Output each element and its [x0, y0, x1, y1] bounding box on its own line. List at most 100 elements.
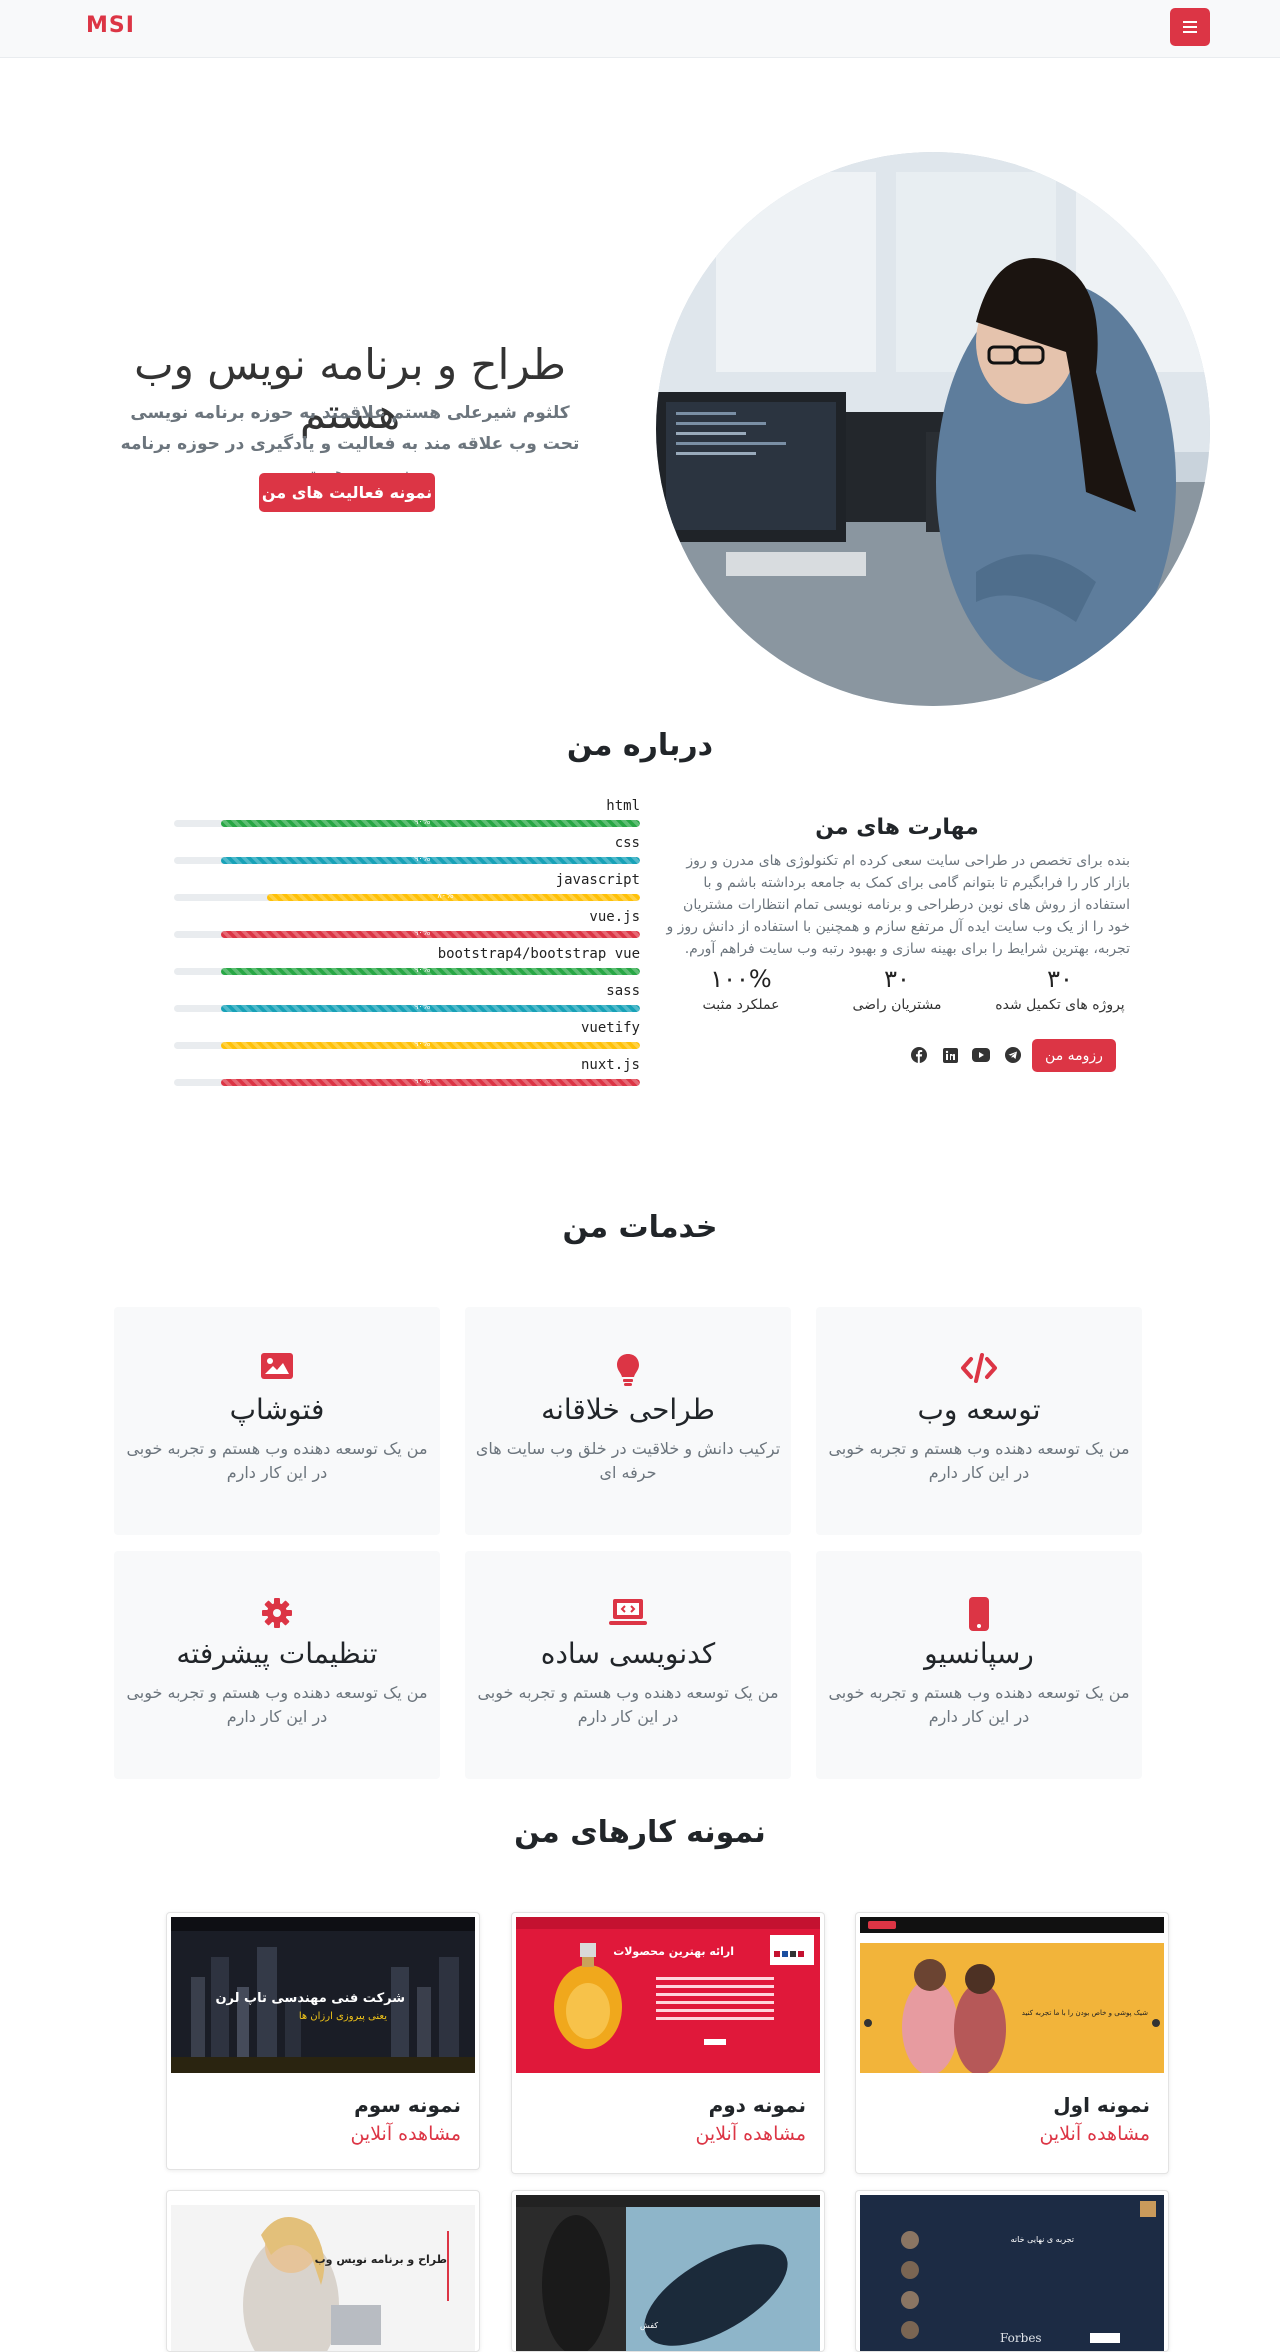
- skill-percent-label: ۹۰%: [414, 817, 431, 826]
- skill-name: html: [606, 798, 640, 814]
- skill-percent-label: ۹۰%: [414, 928, 431, 937]
- skill-progress-track: [174, 968, 640, 975]
- youtube-icon[interactable]: [972, 1046, 990, 1064]
- about-heading: درباره من: [566, 728, 714, 763]
- service-title: توسعه وب: [917, 1393, 1041, 1426]
- about-panel: مهارت های من بنده برای تخصص در طراحی سای…: [664, 815, 1130, 1013]
- portfolio-thumbnail: شیک پوشی و خاص بودن را با ما تجربه کنید: [860, 1917, 1164, 2073]
- portfolio-card-5: کفش: [511, 2190, 825, 2352]
- portfolio-thumbnail: شرکت فنی مهندسی تاپ لرن یعنی پیروزی ارزا…: [171, 1917, 475, 2073]
- service-card-photoshop: فتوشاپ من یک توسعه دهنده وب هستم و تجربه…: [114, 1307, 440, 1535]
- skill-percent-label: ۹۰%: [414, 965, 431, 974]
- portfolio-thumb-text: شرکت فنی مهندسی تاپ لرن: [215, 1991, 405, 2006]
- skill-row: vue.js ۹۰%: [174, 909, 640, 946]
- portfolio-thumb-text: ارائه بهترین محصولات: [613, 1945, 734, 1958]
- service-text: من یک توسعه دهنده وب هستم و تجربه خوبی د…: [477, 1683, 779, 1726]
- skill-row: nuxt.js ۹۰%: [174, 1057, 640, 1094]
- portfolio-card-6: طراح و برنامه نویس وب: [166, 2190, 480, 2352]
- portfolio-thumbnail: ارائه بهترین محصولات: [516, 1917, 820, 2073]
- portfolio-thumbnail: طراح و برنامه نویس وب: [171, 2195, 475, 2351]
- service-card-creative: طراحی خلاقانه ترکیب دانش و خلاقیت در خلق…: [465, 1307, 791, 1535]
- portfolio-thumb-text: کفش: [640, 2321, 659, 2330]
- view-online-link[interactable]: مشاهده آنلاین: [350, 2123, 461, 2145]
- skill-percent-label: ۹۰%: [414, 1002, 431, 1011]
- service-text: من یک توسعه دهنده وب هستم و تجربه خوبی د…: [828, 1683, 1130, 1726]
- stat-clients: ۳۰ مشتریان راضی: [827, 965, 967, 1013]
- gear-icon: [114, 1597, 440, 1629]
- skill-name: bootstrap4/bootstrap vue: [437, 946, 640, 962]
- stat-number: ۱۰۰%: [710, 965, 772, 993]
- services-heading: خدمات من: [562, 1210, 718, 1245]
- skill-name: vuetify: [580, 1020, 640, 1036]
- stat-performance: ۱۰۰% عملکرد مثبت: [671, 965, 811, 1013]
- service-card-simple-coding: کدنویسی ساده من یک توسعه دهنده وب هستم و…: [465, 1551, 791, 1779]
- lightbulb-icon: [465, 1353, 791, 1386]
- skill-name: css: [614, 835, 640, 851]
- skill-progress-track: [174, 931, 640, 938]
- skill-progress-track: [174, 1042, 640, 1049]
- service-card-advanced-settings: تنظیمات پیشرفته من یک توسعه دهنده وب هست…: [114, 1551, 440, 1779]
- skill-row: css ۹۰%: [174, 835, 640, 872]
- portfolio-card-3: شرکت فنی مهندسی تاپ لرن یعنی پیروزی ارزا…: [166, 1912, 480, 2170]
- service-title: فتوشاپ: [229, 1393, 325, 1426]
- portfolio-thumb-text: تجربه ی نهایی خانه: [1010, 2235, 1074, 2244]
- laptop-code-icon: [465, 1597, 791, 1629]
- stat-number: ۳۰: [1047, 965, 1073, 993]
- view-online-link[interactable]: مشاهده آنلاین: [695, 2123, 806, 2145]
- skill-percent-label: ۹۰%: [414, 1076, 431, 1085]
- skill-percent-label: ۸۰%: [437, 891, 454, 900]
- menu-toggle-button[interactable]: [1170, 8, 1210, 46]
- skill-progress-track: [174, 820, 640, 827]
- portfolio-thumb-subtext: یعنی پیروزی ارزان ها: [298, 2011, 387, 2022]
- service-card-web-dev: توسعه وب من یک توسعه دهنده وب هستم و تجر…: [816, 1307, 1142, 1535]
- skill-row: bootstrap4/bootstrap vue ۹۰%: [174, 946, 640, 983]
- skills-list: html ۹۰% css ۹۰% javascript ۸۰% vue.js ۹۰% boots…: [174, 798, 640, 1094]
- resume-button[interactable]: رزومه من: [1032, 1039, 1116, 1072]
- portfolio-title: نمونه اول: [1053, 2093, 1150, 2117]
- navbar: MSI: [0, 0, 1280, 58]
- service-text: من یک توسعه دهنده وب هستم و تجربه خوبی د…: [828, 1439, 1130, 1482]
- service-title: رسپانسیو: [924, 1637, 1034, 1670]
- stat-projects: ۳۰ پروژه های تکمیل شده: [990, 965, 1130, 1013]
- service-card-responsive: رسپانسیو من یک توسعه دهنده وب هستم و تجر…: [816, 1551, 1142, 1779]
- skill-name: javascript: [555, 872, 640, 888]
- skill-progress-track: [174, 1005, 640, 1012]
- stat-label: پروژه های تکمیل شده: [995, 997, 1125, 1013]
- service-text: ترکیب دانش و خلاقیت در خلق وب سایت های ح…: [475, 1439, 781, 1482]
- service-title: تنظیمات پیشرفته: [176, 1637, 378, 1670]
- stats: ۳۰ پروژه های تکمیل شده ۳۰ مشتریان راضی ۱…: [664, 965, 1130, 1025]
- skill-percent-label: ۹۰%: [414, 1039, 431, 1048]
- portfolio-cta-button[interactable]: نمونه فعالیت های من: [259, 473, 435, 512]
- skill-row: sass ۹۰%: [174, 983, 640, 1020]
- skill-name: sass: [606, 983, 640, 999]
- service-title: طراحی خلاقانه: [541, 1393, 715, 1426]
- linkedin-icon[interactable]: [941, 1046, 959, 1064]
- code-icon: [816, 1353, 1142, 1385]
- stat-number: ۳۰: [884, 965, 910, 993]
- service-text: من یک توسعه دهنده وب هستم و تجربه خوبی د…: [126, 1439, 428, 1482]
- telegram-icon[interactable]: [1004, 1046, 1022, 1064]
- skill-row: javascript ۸۰%: [174, 872, 640, 909]
- portfolio-thumbnail: تجربه ی نهایی خانه Forbes: [860, 2195, 1164, 2351]
- about-description: بنده برای تخصص در طراحی سایت سعی کرده ام…: [666, 853, 1130, 957]
- skill-percent-label: ۹۰%: [414, 854, 431, 863]
- brand-logo[interactable]: MSI: [86, 13, 135, 38]
- service-text: من یک توسعه دهنده وب هستم و تجربه خوبی د…: [126, 1683, 428, 1726]
- skill-name: nuxt.js: [580, 1057, 640, 1073]
- skill-row: html ۹۰%: [174, 798, 640, 835]
- stat-label: مشتریان راضی: [852, 997, 942, 1013]
- facebook-icon[interactable]: [910, 1046, 928, 1064]
- stat-label: عملکرد مثبت: [702, 997, 780, 1013]
- portfolio-card-1: شیک پوشی و خاص بودن را با ما تجربه کنید …: [855, 1912, 1169, 2174]
- skills-title: مهارت های من: [815, 815, 979, 840]
- portfolio-thumb-text: طراح و برنامه نویس وب: [314, 2253, 447, 2266]
- view-online-link[interactable]: مشاهده آنلاین: [1039, 2123, 1150, 2145]
- portfolio-card-2: ارائه بهترین محصولات نمونه دوم مشاهده آن…: [511, 1912, 825, 2174]
- skill-progress-track: [174, 894, 640, 901]
- portfolio-card-4: تجربه ی نهایی خانه Forbes: [855, 2190, 1169, 2352]
- portfolio-thumb-text: شیک پوشی و خاص بودن را با ما تجربه کنید: [1021, 2009, 1148, 2017]
- portfolio-thumbnail: کفش: [516, 2195, 820, 2351]
- mobile-icon: [816, 1597, 1142, 1631]
- image-icon: [114, 1353, 440, 1385]
- service-title: کدنویسی ساده: [540, 1637, 716, 1670]
